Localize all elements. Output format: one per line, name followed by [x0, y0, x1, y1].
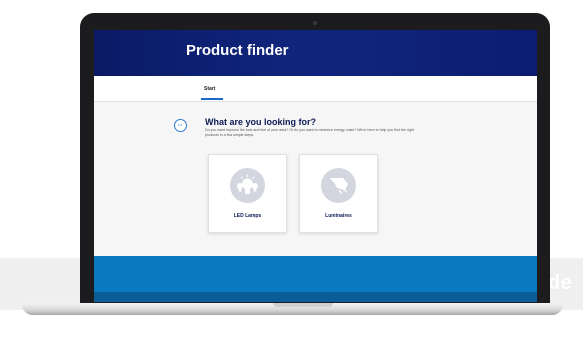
- luminaire-icon: [321, 168, 356, 203]
- main-content: 1/4 What are you looking for? Do you wan…: [94, 102, 537, 256]
- card-label: LED Lamps: [233, 213, 262, 219]
- step-progress-label: 1/4: [177, 123, 183, 127]
- camera-icon: [313, 21, 317, 25]
- card-led-lamps[interactable]: LED Lamps: [208, 154, 287, 233]
- card-luminaires[interactable]: Luminaires: [299, 154, 378, 233]
- tab-active-indicator: [201, 98, 223, 100]
- footer-band-dark: [94, 292, 537, 302]
- page-header: Product finder: [94, 30, 537, 76]
- laptop-notch: [273, 303, 333, 307]
- stage: de Product finder Start 1/4 What are you…: [0, 0, 583, 345]
- question-description: Do you want improve the look and feel of…: [205, 128, 414, 137]
- background-text: de: [548, 272, 573, 294]
- tab-bar: Start: [94, 76, 537, 102]
- page-title: Product finder: [186, 42, 289, 59]
- card-label: Luminaires: [325, 213, 352, 219]
- led-lamp-icon: [230, 168, 265, 203]
- tab-start[interactable]: Start: [204, 86, 215, 92]
- question-title: What are you looking for?: [205, 117, 317, 127]
- laptop-screen: Product finder Start 1/4 What are you lo…: [94, 30, 537, 302]
- step-progress-indicator: 1/4: [174, 119, 187, 132]
